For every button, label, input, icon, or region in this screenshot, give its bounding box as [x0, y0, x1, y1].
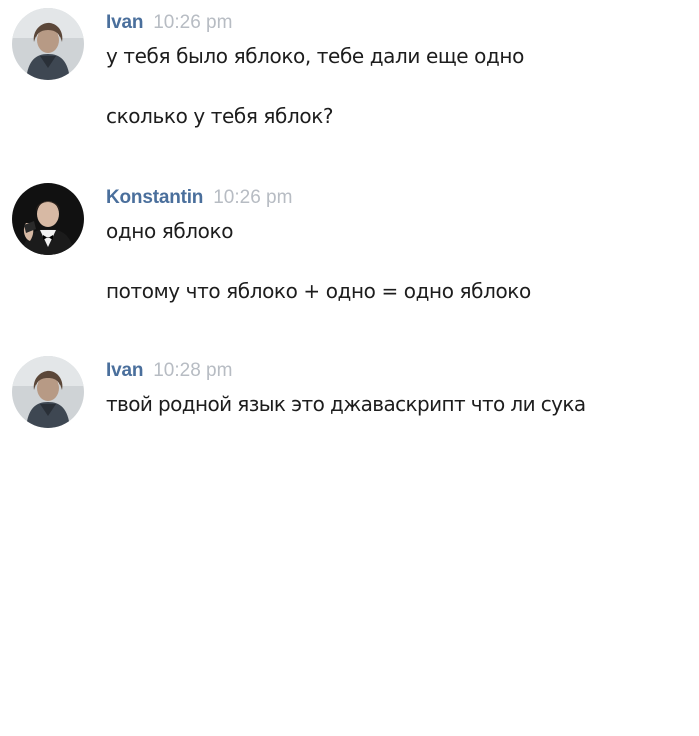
message-text: у тебя было яблоко, тебе дали еще одно — [106, 44, 524, 68]
konstantin-avatar-image — [12, 183, 84, 255]
author-name[interactable]: Ivan — [106, 12, 143, 33]
ivan-avatar-image — [12, 356, 84, 428]
message-text: сколько у тебя яблок? — [106, 104, 334, 128]
message-time: 10:26 pm — [153, 12, 233, 33]
message-meta: Ivan 10:26 pm — [106, 8, 699, 38]
avatar[interactable] — [12, 356, 84, 428]
message-body: Ivan 10:26 pm у тебя было яблоко, тебе да… — [106, 8, 699, 131]
avatar[interactable] — [12, 8, 84, 80]
message-body: Ivan 10:28 pm твой родной язык это джавас… — [106, 356, 699, 419]
message-time: 10:28 pm — [153, 360, 233, 381]
author-name[interactable]: Ivan — [106, 360, 143, 381]
message-body: Konstantin 10:26 pm одно яблоко потому чт… — [106, 183, 699, 306]
message-text: потому что яблоко + одно = одно яблоко — [106, 279, 531, 303]
avatar[interactable] — [12, 183, 84, 255]
author-name[interactable]: Konstantin — [106, 187, 203, 208]
message-text: одно яблоко — [106, 219, 234, 243]
message-meta: Konstantin 10:26 pm — [106, 183, 699, 213]
message-text: твой родной язык это джаваскрипт что ли … — [106, 392, 586, 416]
ivan-avatar-image — [12, 8, 84, 80]
message-meta: Ivan 10:28 pm — [106, 356, 699, 386]
message-time: 10:26 pm — [213, 187, 293, 208]
